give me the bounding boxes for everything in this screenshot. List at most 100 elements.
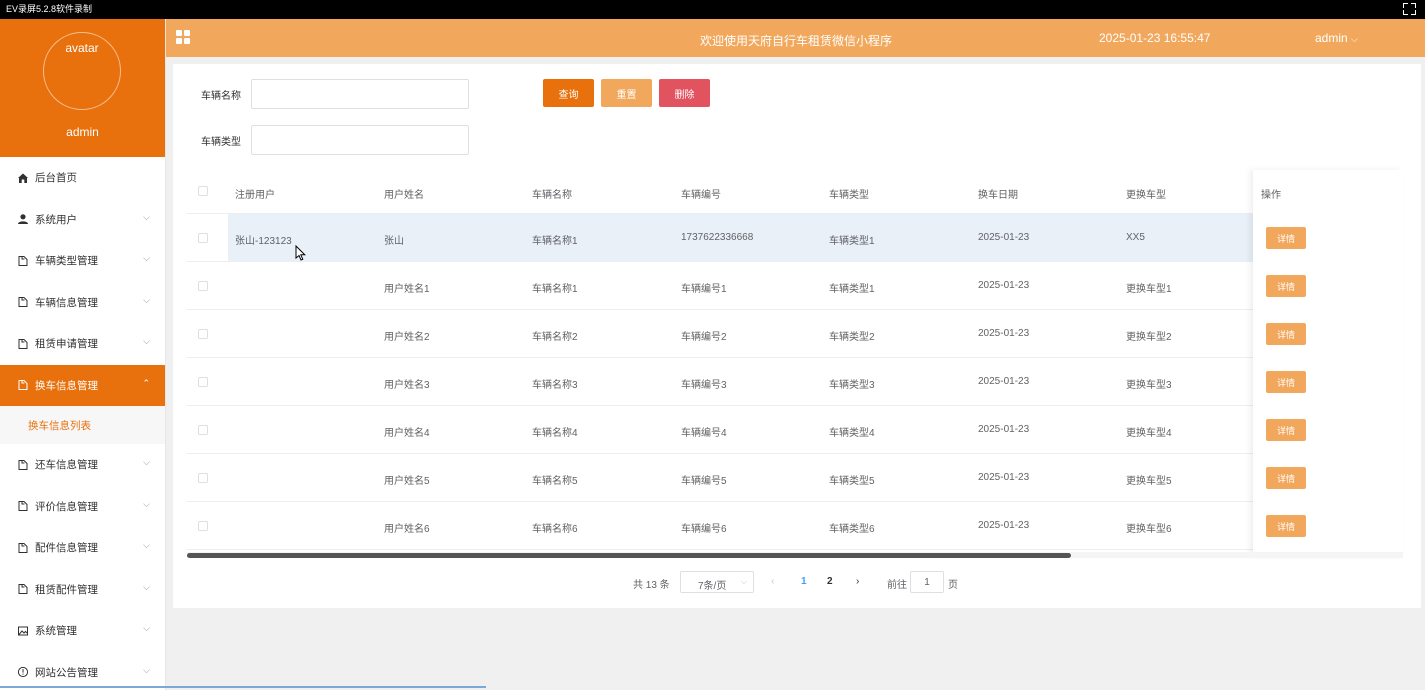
avatar-alt-text: avatar	[65, 41, 99, 55]
menu-toggle-grid-icon[interactable]	[176, 30, 191, 45]
table-row[interactable]: 用户姓名1 车辆名称1 车辆编号1 车辆类型1 2025-01-23 更换车型1	[187, 262, 1403, 310]
header-datetime: 2025-01-23 16:55:47	[1099, 31, 1211, 45]
row-checkbox[interactable]	[198, 233, 208, 243]
avatar[interactable]: avatar	[43, 32, 121, 110]
chevron-down-icon: ⌵	[143, 581, 150, 592]
header-vehicle-name: 车辆名称	[532, 190, 572, 201]
row-checkbox[interactable]	[198, 377, 208, 387]
vehicle-type-input[interactable]	[251, 125, 469, 155]
main-panel: 车辆名称 车辆类型 查询 重置 删除 注册用户 用户姓名 车辆名称 车辆编号 车…	[173, 64, 1421, 608]
query-button[interactable]: 查询	[543, 79, 594, 107]
sidebar-item-parts-info[interactable]: 配件信息管理 ⌵	[0, 527, 165, 569]
sidebar-item-system-users[interactable]: 系统用户 ⌵	[0, 199, 165, 241]
cell-vehicle-name: 车辆名称4	[532, 428, 578, 439]
cell-new-vehicle-type: 更换车型5	[1126, 476, 1172, 487]
detail-button[interactable]: 详情	[1266, 371, 1306, 393]
sidebar-item-system-management[interactable]: 系统管理 ⌵	[0, 610, 165, 652]
sidebar-item-announcements[interactable]: 网站公告管理 ⌵	[0, 652, 165, 690]
chevron-down-icon: ⌵	[143, 253, 150, 263]
cell-exchange-date: 2025-01-23	[978, 328, 1030, 339]
cell-vehicle-number: 车辆编号6	[681, 524, 727, 535]
page-size-select[interactable]: 7条/页 ⌵	[680, 571, 754, 593]
page-size-value: 7条/页	[698, 581, 727, 592]
sidebar-item-label: 租赁申请管理	[35, 338, 98, 351]
chevron-down-icon: ⌵	[143, 211, 150, 222]
delete-button[interactable]: 删除	[659, 79, 710, 107]
table-row[interactable]: 用户姓名4 车辆名称4 车辆编号4 车辆类型4 2025-01-23 更换车型4	[187, 406, 1403, 454]
row-checkbox[interactable]	[198, 425, 208, 435]
prev-page-icon[interactable]: ‹	[771, 576, 774, 587]
detail-button[interactable]: 详情	[1266, 467, 1306, 489]
detail-button[interactable]: 详情	[1266, 227, 1306, 249]
cell-new-vehicle-type: 更换车型4	[1126, 428, 1172, 439]
cell-vehicle-name: 车辆名称3	[532, 380, 578, 391]
taskbar-indicator	[0, 686, 486, 688]
detail-button[interactable]: 详情	[1266, 419, 1306, 441]
cell-user-name: 用户姓名3	[384, 380, 430, 391]
goto-page-input[interactable]: 1	[910, 571, 944, 593]
chevron-down-icon: ⌵	[143, 294, 150, 305]
sidebar-item-label: 还车信息管理	[35, 459, 98, 472]
fullscreen-icon[interactable]	[1403, 3, 1416, 15]
top-header: 欢迎使用天府自行车租赁微信小程序 2025-01-23 16:55:47 adm…	[166, 19, 1425, 57]
horizontal-scrollbar-thumb[interactable]	[187, 553, 1071, 558]
cell-registered-user: 张山-123123	[235, 236, 292, 247]
cell-user-name: 张山	[384, 236, 404, 247]
doc-icon	[17, 255, 29, 267]
doc-icon	[17, 542, 29, 554]
sidebar-item-vehicle-exchange[interactable]: 换车信息管理 ⌃	[0, 364, 165, 406]
table-row[interactable]: 张山-123123 张山 车辆名称1 1737622336668 车辆类型1 2…	[187, 214, 1403, 262]
table-row[interactable]: 用户姓名6 车辆名称6 车辆编号6 车辆类型6 2025-01-23 更换车型6	[187, 502, 1403, 550]
sidebar-item-label: 租赁配件管理	[35, 583, 98, 596]
row-checkbox[interactable]	[198, 281, 208, 291]
sidebar-item-label: 车辆信息管理	[35, 296, 98, 309]
sidebar-item-label: 车辆类型管理	[35, 255, 98, 268]
cell-new-vehicle-type: 更换车型6	[1126, 524, 1172, 535]
table-row[interactable]: 用户姓名2 车辆名称2 车辆编号2 车辆类型2 2025-01-23 更换车型2	[187, 310, 1403, 358]
chevron-down-icon: ⌵	[143, 336, 150, 346]
sidebar-item-home[interactable]: 后台首页	[0, 157, 165, 199]
sidebar-item-vehicle-type[interactable]: 车辆类型管理 ⌵	[0, 240, 165, 282]
sidebar-item-label: 网站公告管理	[35, 666, 98, 679]
sidebar-item-rental-application[interactable]: 租赁申请管理 ⌵	[0, 323, 165, 365]
select-all-checkbox[interactable]	[198, 186, 208, 196]
row-checkbox[interactable]	[198, 473, 208, 483]
sidebar-item-reviews[interactable]: 评价信息管理 ⌵	[0, 486, 165, 528]
table-row[interactable]: 用户姓名3 车辆名称3 车辆编号3 车辆类型3 2025-01-23 更换车型3	[187, 358, 1403, 406]
sidebar-item-label: 配件信息管理	[35, 542, 98, 555]
sidebar-item-label: 系统管理	[35, 625, 77, 638]
sidebar: avatar admin 后台首页 系统用户 ⌵ 车辆类型管理 ⌵ 车辆信息管理…	[0, 19, 166, 690]
cell-vehicle-type: 车辆类型3	[829, 380, 875, 391]
row-checkbox[interactable]	[198, 329, 208, 339]
user-dropdown[interactable]: admin ⌵	[1315, 31, 1358, 45]
cell-exchange-date: 2025-01-23	[978, 424, 1030, 435]
chevron-down-icon: ⌵	[1351, 34, 1358, 44]
sidebar-item-rental-parts[interactable]: 租赁配件管理 ⌵	[0, 569, 165, 611]
cell-vehicle-number: 车辆编号1	[681, 284, 727, 295]
chevron-down-icon: ⌵	[143, 498, 150, 509]
cell-vehicle-type: 车辆类型1	[829, 236, 875, 247]
cell-vehicle-type: 车辆类型4	[829, 428, 875, 439]
cell-vehicle-name: 车辆名称1	[532, 236, 578, 247]
submenu-item-exchange-list[interactable]: 换车信息列表	[0, 406, 165, 444]
vehicle-type-label: 车辆类型	[201, 137, 241, 148]
goto-prefix: 前往	[887, 580, 907, 591]
next-page-icon[interactable]: ›	[856, 576, 859, 587]
sidebar-item-vehicle-return[interactable]: 还车信息管理 ⌵	[0, 444, 165, 486]
detail-button[interactable]: 详情	[1266, 323, 1306, 345]
vehicle-name-input[interactable]	[251, 79, 469, 109]
page-number-1[interactable]: 1	[801, 576, 807, 587]
page-number-2[interactable]: 2	[827, 576, 833, 587]
reset-button[interactable]: 重置	[601, 79, 652, 107]
header-operations: 操作	[1261, 190, 1281, 201]
detail-button[interactable]: 详情	[1266, 515, 1306, 537]
sidebar-item-label: 评价信息管理	[35, 500, 98, 513]
sidebar-item-vehicle-info[interactable]: 车辆信息管理 ⌵	[0, 282, 165, 324]
image-icon	[17, 625, 29, 637]
user-dropdown-label: admin	[1315, 31, 1348, 45]
row-checkbox[interactable]	[198, 521, 208, 531]
table-row[interactable]: 用户姓名5 车辆名称5 车辆编号5 车辆类型5 2025-01-23 更换车型5	[187, 454, 1403, 502]
profile-card: avatar admin	[0, 19, 165, 157]
detail-button[interactable]: 详情	[1266, 275, 1306, 297]
cell-vehicle-name: 车辆名称6	[532, 524, 578, 535]
